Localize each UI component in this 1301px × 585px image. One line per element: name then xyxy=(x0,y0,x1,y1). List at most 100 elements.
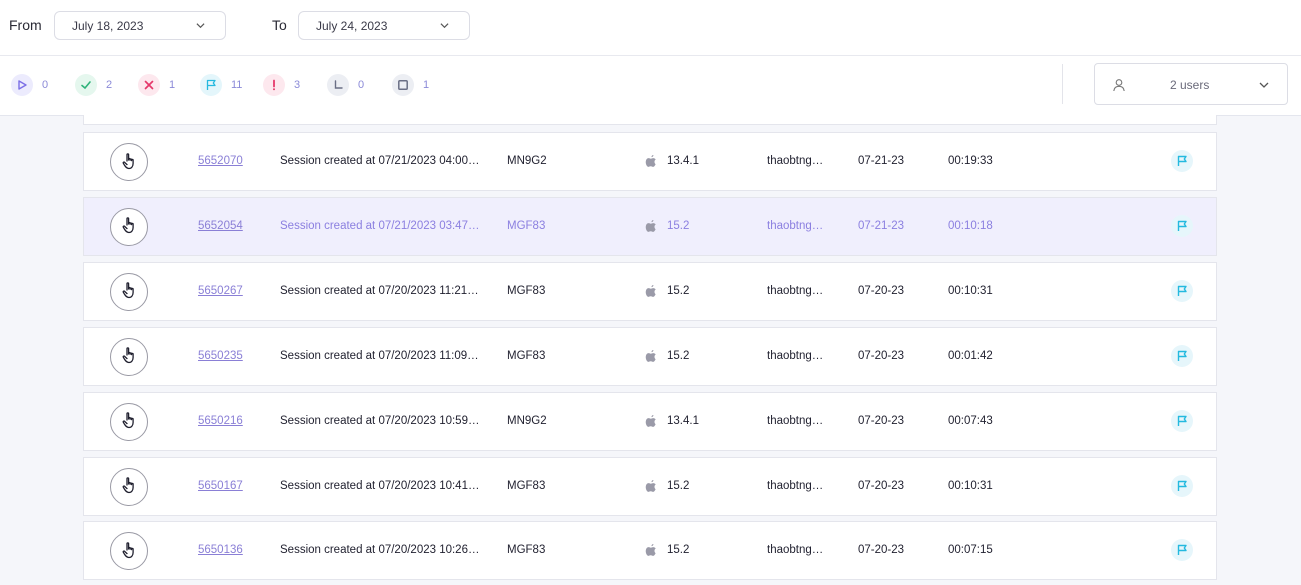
session-date: 07-20-23 xyxy=(858,349,905,362)
hand-pointer-icon xyxy=(121,152,137,173)
session-date: 07-20-23 xyxy=(858,414,905,427)
users-select[interactable]: 2 users xyxy=(1094,63,1288,105)
session-user: thaobtng… xyxy=(767,414,824,427)
flag-icon[interactable] xyxy=(1171,279,1193,302)
status-count: 1 xyxy=(423,79,430,91)
status-count: 0 xyxy=(42,79,49,91)
interact-session-button[interactable] xyxy=(110,402,148,441)
apple-icon xyxy=(645,349,657,363)
session-row[interactable]: 5650216 Session created at 07/20/2023 10:… xyxy=(83,391,1217,451)
session-duration: 00:10:31 xyxy=(948,479,993,492)
status-filter-error[interactable]: 3 xyxy=(263,74,300,96)
session-user: thaobtng… xyxy=(767,544,824,557)
os-version: 15.2 xyxy=(667,219,690,232)
device-model: MGF83 xyxy=(507,284,546,297)
apple-icon xyxy=(645,219,657,233)
session-user: thaobtng… xyxy=(767,155,824,167)
chevron-down-icon xyxy=(196,23,205,29)
list-item xyxy=(83,115,1217,125)
exclamation-icon xyxy=(263,74,285,96)
session-description: Session created at 07/21/2023 04:00 … xyxy=(280,155,480,167)
device-model: MGF83 xyxy=(507,219,546,232)
session-row[interactable]: 5652070 Session created at 07/21/2023 04:… xyxy=(83,132,1217,191)
from-label: From xyxy=(9,17,42,33)
user-icon xyxy=(1113,79,1125,92)
interact-session-button[interactable] xyxy=(110,532,148,571)
interact-session-button[interactable] xyxy=(110,337,148,376)
chevron-down-icon xyxy=(1259,82,1269,88)
flag-icon[interactable] xyxy=(1171,474,1193,497)
session-row[interactable]: 5650136 Session created at 07/20/2023 10:… xyxy=(83,521,1217,581)
interact-session-button[interactable] xyxy=(110,207,148,246)
status-filter-failed[interactable]: 1 xyxy=(138,74,175,96)
device-model: MGF83 xyxy=(507,349,546,362)
status-count: 1 xyxy=(169,79,176,91)
session-id-link[interactable]: 5652054 xyxy=(198,220,243,232)
session-description: Session created at 07/20/2023 10:59 … xyxy=(280,414,480,427)
flag-icon[interactable] xyxy=(1171,344,1193,367)
session-description: Session created at 07/20/2023 10:26 … xyxy=(280,544,480,557)
status-filter-passed[interactable]: 2 xyxy=(75,74,112,96)
from-date-select[interactable]: July 18, 2023 xyxy=(54,11,226,40)
flag-icon[interactable] xyxy=(1171,214,1193,237)
interact-session-button[interactable] xyxy=(110,467,148,506)
hand-pointer-icon xyxy=(121,541,137,562)
device-model: MGF83 xyxy=(507,479,546,492)
chevron-down-icon xyxy=(440,23,449,29)
device-model: MN9G2 xyxy=(507,155,547,167)
session-row[interactable]: 5650235 Session created at 07/20/2023 11:… xyxy=(83,326,1217,386)
to-date-select[interactable]: July 24, 2023 xyxy=(298,11,470,40)
session-description: Session created at 07/20/2023 11:21 A… xyxy=(280,284,480,297)
check-icon xyxy=(75,74,97,96)
date-range-bar: From July 18, 2023 To July 24, 2023 xyxy=(0,0,1301,56)
session-duration: 00:07:43 xyxy=(948,414,993,427)
session-id-link[interactable]: 5652070 xyxy=(198,155,243,167)
hand-pointer-icon xyxy=(121,411,137,432)
flag-icon xyxy=(200,74,222,96)
apple-icon xyxy=(645,543,657,557)
session-user: thaobtng… xyxy=(767,284,824,297)
interact-session-button[interactable] xyxy=(110,143,148,181)
session-date: 07-20-23 xyxy=(858,544,905,557)
flag-icon[interactable] xyxy=(1171,539,1193,562)
users-select-value: 2 users xyxy=(1170,78,1210,92)
to-label: To xyxy=(272,17,287,33)
play-icon xyxy=(11,74,33,96)
interact-session-button[interactable] xyxy=(110,272,148,311)
os-version: 15.2 xyxy=(667,544,690,557)
status-filter-pending[interactable]: 0 xyxy=(327,74,364,96)
hand-pointer-icon xyxy=(121,476,137,497)
filter-header: From July 18, 2023 To July 24, 2023 0211… xyxy=(0,0,1301,116)
status-filter-stopped[interactable]: 1 xyxy=(392,74,429,96)
session-duration: 00:10:18 xyxy=(948,219,993,232)
flag-icon[interactable] xyxy=(1171,150,1193,172)
session-id-link[interactable]: 5650216 xyxy=(198,415,243,427)
session-date: 07-21-23 xyxy=(858,219,905,232)
status-count: 11 xyxy=(231,79,243,91)
session-id-link[interactable]: 5650267 xyxy=(198,285,243,297)
session-user: thaobtng… xyxy=(767,219,824,232)
session-row[interactable]: 5650167 Session created at 07/20/2023 10:… xyxy=(83,456,1217,516)
status-count: 0 xyxy=(358,79,365,91)
divider xyxy=(1062,64,1063,104)
os-version: 13.4.1 xyxy=(667,414,699,427)
session-user: thaobtng… xyxy=(767,349,824,362)
status-count: 3 xyxy=(294,79,301,91)
session-row[interactable]: 5652054 Session created at 07/21/2023 03:… xyxy=(83,196,1217,256)
session-duration: 00:01:42 xyxy=(948,349,993,362)
session-row[interactable]: 5650267 Session created at 07/20/2023 11:… xyxy=(83,261,1217,321)
session-id-link[interactable]: 5650136 xyxy=(198,544,243,556)
session-id-link[interactable]: 5650235 xyxy=(198,350,243,362)
flag-icon[interactable] xyxy=(1171,409,1193,432)
session-date: 07-20-23 xyxy=(858,479,905,492)
os-version: 13.4.1 xyxy=(667,155,699,167)
x-icon xyxy=(138,74,160,96)
session-description: Session created at 07/20/2023 10:41 … xyxy=(280,479,480,492)
clock-icon xyxy=(327,74,349,96)
to-date-value: July 24, 2023 xyxy=(316,19,388,33)
session-id-link[interactable]: 5650167 xyxy=(198,480,243,492)
status-filter-running[interactable]: 0 xyxy=(11,74,48,96)
session-duration: 00:19:33 xyxy=(948,155,993,167)
status-filter-flagged[interactable]: 11 xyxy=(200,74,242,96)
session-description: Session created at 07/21/2023 03:47 … xyxy=(280,219,480,232)
